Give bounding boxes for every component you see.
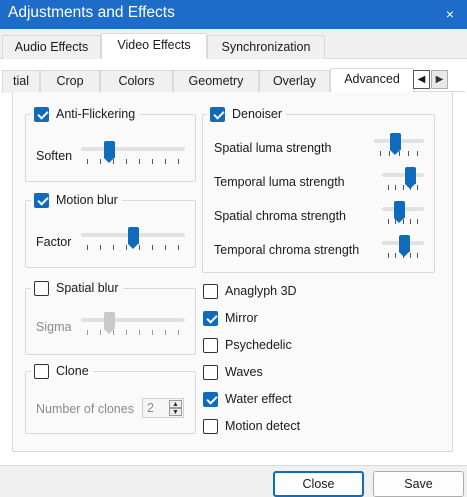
temporal-luma-slider-thumb[interactable] [405,167,416,189]
mirror-checkbox[interactable] [203,310,218,326]
anaglyph-3d-option[interactable]: Anaglyph 3D [203,282,297,300]
tab-scroll-left-icon[interactable]: ◀ [413,70,430,89]
soften-slider-thumb[interactable] [104,141,115,163]
anti-flickering-group: Anti-Flickering Soften [25,105,196,182]
anti-flickering-checkbox[interactable] [34,106,49,122]
spin-up-icon[interactable]: ▲ [169,400,182,408]
spatial-blur-toggle[interactable]: Spatial blur [31,279,123,297]
water-effect-checkbox[interactable] [203,391,218,407]
factor-slider-thumb[interactable] [128,227,139,249]
denoiser-checkbox[interactable] [210,106,225,122]
spatial-blur-checkbox[interactable] [34,280,49,296]
waves-checkbox[interactable] [203,364,218,380]
close-button[interactable]: Close [273,471,364,497]
spatial-blur-label: Spatial blur [56,281,119,295]
number-of-clones-spinbox[interactable]: 2 ▲ ▼ [142,398,184,418]
tab-overlay[interactable]: Overlay [259,70,330,93]
motion-blur-label: Motion blur [56,193,118,207]
sigma-slider[interactable] [81,312,185,335]
sigma-label: Sigma [36,320,72,334]
anaglyph-3d-checkbox[interactable] [203,283,218,299]
sigma-slider-thumb[interactable] [104,312,115,334]
temporal-chroma-label: Temporal chroma strength [214,243,360,257]
spatial-luma-slider[interactable] [374,133,424,156]
tab-crop[interactable]: Crop [40,70,100,93]
anti-flickering-label: Anti-Flickering [56,107,136,121]
motion-blur-group: Motion blur Factor [25,191,196,268]
psychedelic-label: Psychedelic [225,338,292,352]
spin-down-icon[interactable]: ▼ [169,408,182,416]
motion-detect-label: Motion detect [225,419,301,433]
denoiser-group: Denoiser Spatial luma strength Temporal … [202,105,435,273]
close-icon[interactable]: × [441,5,459,23]
denoiser-label: Denoiser [232,107,283,121]
tab-essential[interactable]: tial [2,70,40,93]
motion-detect-checkbox[interactable] [203,418,218,434]
factor-slider[interactable] [81,227,185,250]
spatial-luma-slider-thumb[interactable] [390,133,401,155]
number-of-clones-value: 2 [147,401,154,415]
anaglyph-3d-label: Anaglyph 3D [225,284,297,298]
tab-geometry[interactable]: Geometry [173,70,259,93]
motion-blur-checkbox[interactable] [34,192,49,208]
main-tab-bar: Audio Effects Video Effects Synchronizat… [0,33,467,60]
video-effects-page: tial Crop Colors Geometry Overlay Advanc… [0,59,467,466]
spatial-chroma-slider-thumb[interactable] [394,201,405,223]
tab-synchronization[interactable]: Synchronization [207,35,325,59]
motion-detect-option[interactable]: Motion detect [203,417,300,435]
mirror-label: Mirror [225,311,258,325]
psychedelic-option[interactable]: Psychedelic [203,336,292,354]
denoiser-toggle[interactable]: Denoiser [207,105,287,123]
temporal-chroma-slider[interactable] [382,235,424,258]
spatial-blur-group: Spatial blur Sigma [25,279,196,355]
factor-label: Factor [36,235,72,249]
soften-label: Soften [36,149,73,163]
clone-checkbox[interactable] [34,363,49,379]
motion-blur-toggle[interactable]: Motion blur [31,191,122,209]
tab-audio-effects[interactable]: Audio Effects [2,35,101,59]
tab-scroll-right-icon[interactable]: ▶ [431,70,448,89]
soften-slider[interactable] [81,141,185,164]
title-bar: Adjustments and Effects × [0,0,467,29]
temporal-luma-label: Temporal luma strength [214,175,345,189]
anti-flickering-toggle[interactable]: Anti-Flickering [31,105,140,123]
number-of-clones-label: Number of clones [36,402,134,416]
clone-toggle[interactable]: Clone [31,362,93,380]
mirror-option[interactable]: Mirror [203,309,258,327]
tab-colors[interactable]: Colors [100,70,173,93]
psychedelic-checkbox[interactable] [203,337,218,353]
spatial-chroma-slider[interactable] [382,201,424,224]
water-effect-option[interactable]: Water effect [203,390,292,408]
temporal-luma-slider[interactable] [382,167,424,190]
save-button[interactable]: Save [373,471,464,497]
waves-label: Waves [225,365,263,379]
spatial-luma-label: Spatial luma strength [214,141,332,155]
tab-advanced[interactable]: Advanced [330,68,414,93]
tab-video-effects[interactable]: Video Effects [101,33,207,60]
waves-option[interactable]: Waves [203,363,263,381]
advanced-panel: Anti-Flickering Soften Motion blur Facto… [12,92,453,452]
water-effect-label: Water effect [225,392,292,406]
temporal-chroma-slider-thumb[interactable] [399,235,410,257]
window-title: Adjustments and Effects [8,4,175,21]
clone-group: Clone Number of clones 2 ▲ ▼ [25,362,196,434]
video-subtab-bar: tial Crop Colors Geometry Overlay Advanc… [2,68,465,93]
spatial-chroma-label: Spatial chroma strength [214,209,347,223]
clone-label: Clone [56,364,89,378]
